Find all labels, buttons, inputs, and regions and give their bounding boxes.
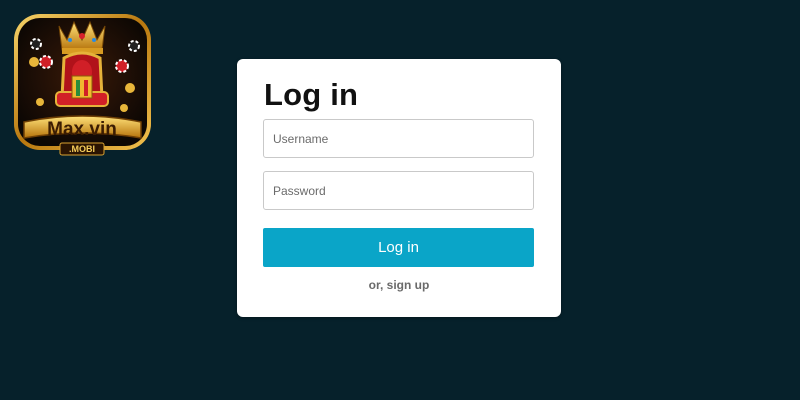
brand-text: Max.vin bbox=[47, 119, 117, 140]
logo-graphic: Max.vin .MOBI bbox=[14, 14, 151, 156]
throne-icon bbox=[55, 51, 109, 107]
login-button[interactable]: Log in bbox=[263, 228, 534, 267]
brand-subtext: .MOBI bbox=[69, 144, 95, 154]
username-input[interactable] bbox=[263, 119, 534, 158]
login-title: Log in bbox=[264, 77, 359, 112]
password-input[interactable] bbox=[263, 171, 534, 210]
login-card: Log in Log in or, sign up bbox=[237, 59, 561, 317]
app-logo: Max.vin .MOBI bbox=[12, 10, 153, 158]
signup-link[interactable]: or, sign up bbox=[237, 278, 561, 292]
